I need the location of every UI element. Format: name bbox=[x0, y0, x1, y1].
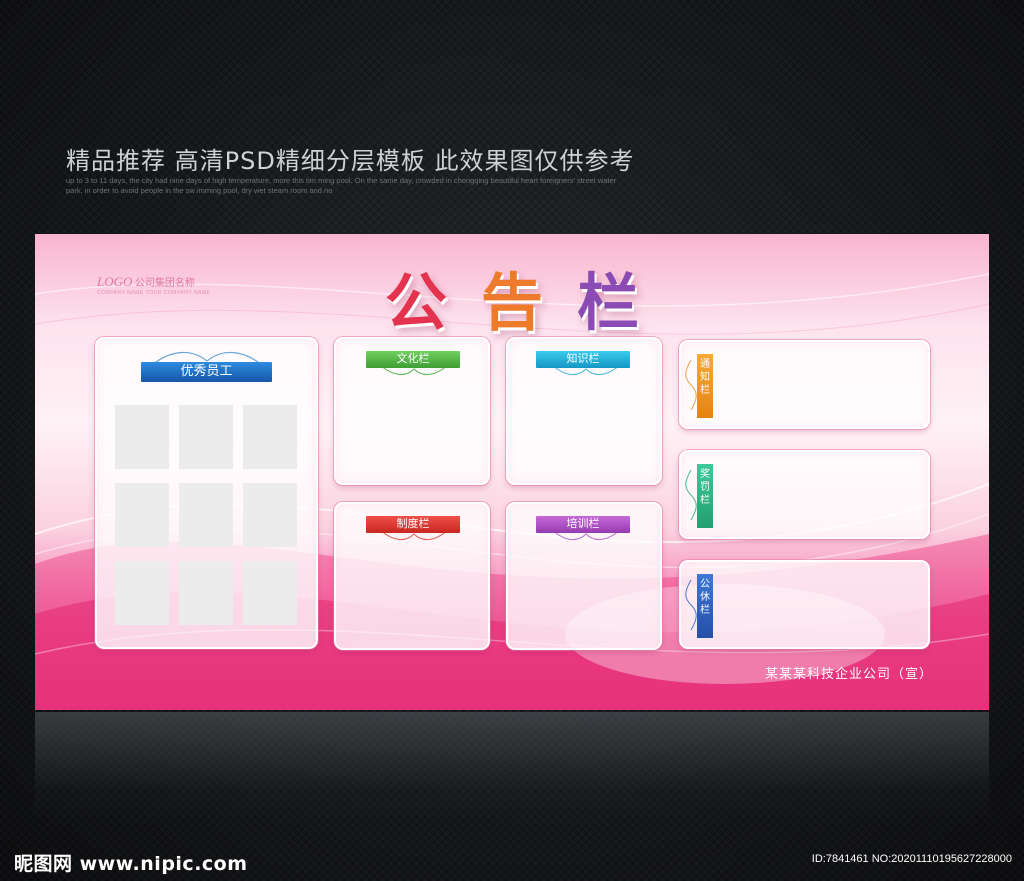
tag-culture: 文化栏 bbox=[366, 351, 460, 368]
tag-public-holiday: 公休栏 bbox=[697, 574, 713, 638]
panel-reward-penalty: 奖罚栏 bbox=[679, 450, 930, 539]
photo-slot bbox=[243, 561, 297, 625]
photo-slot bbox=[115, 483, 169, 547]
photo-slot bbox=[243, 405, 297, 469]
title-char-1: 公 bbox=[384, 266, 481, 339]
photo-slot bbox=[179, 561, 233, 625]
photo-slot bbox=[115, 561, 169, 625]
flourish-ornament bbox=[685, 579, 697, 631]
panel-knowledge: 知识栏 bbox=[506, 337, 662, 485]
panel-excellent-employees: 优秀员工 bbox=[95, 337, 318, 649]
photo-slot bbox=[179, 483, 233, 547]
tag-training: 培训栏 bbox=[536, 516, 630, 533]
panel-system: 制度栏 bbox=[334, 502, 490, 650]
watermark-id: ID:7841461 NO:20201110195627228000 bbox=[811, 853, 1012, 865]
panel-public-holiday: 公休栏 bbox=[679, 560, 930, 649]
panel-training: 培训栏 bbox=[506, 502, 662, 650]
photo-slot bbox=[115, 405, 169, 469]
panel-notice: 通知栏 bbox=[679, 340, 930, 429]
board-reflection bbox=[35, 712, 989, 822]
title-char-3: 栏 bbox=[577, 266, 674, 339]
flourish-ornament bbox=[685, 359, 697, 411]
company-footer-text: 某某某科技企业公司（宣） bbox=[764, 667, 933, 682]
promo-subtext: up to 3 to 11 days, the city had nine da… bbox=[66, 176, 617, 195]
board-title: 公告栏 bbox=[35, 252, 989, 342]
tag-reward-penalty: 奖罚栏 bbox=[697, 464, 713, 528]
promo-headline: 精品推荐 高清PSD精细分层模板 此效果图仅供参考 bbox=[66, 147, 635, 175]
title-char-2: 告 bbox=[480, 266, 577, 339]
panel-culture: 文化栏 bbox=[334, 337, 490, 485]
tag-notice: 通知栏 bbox=[697, 354, 713, 418]
tag-knowledge: 知识栏 bbox=[536, 351, 630, 368]
photo-slot bbox=[243, 483, 297, 547]
tag-excellent-employees: 优秀员工 bbox=[141, 362, 272, 382]
bulletin-board: LOGO 公司集团名称 COMPANY NAME YOUR COMPANY NA… bbox=[35, 234, 989, 710]
flourish-ornament bbox=[685, 469, 697, 521]
photo-slot bbox=[179, 405, 233, 469]
watermark-brand: 昵图网 www.nipic.com bbox=[14, 853, 248, 875]
tag-system: 制度栏 bbox=[366, 516, 460, 533]
